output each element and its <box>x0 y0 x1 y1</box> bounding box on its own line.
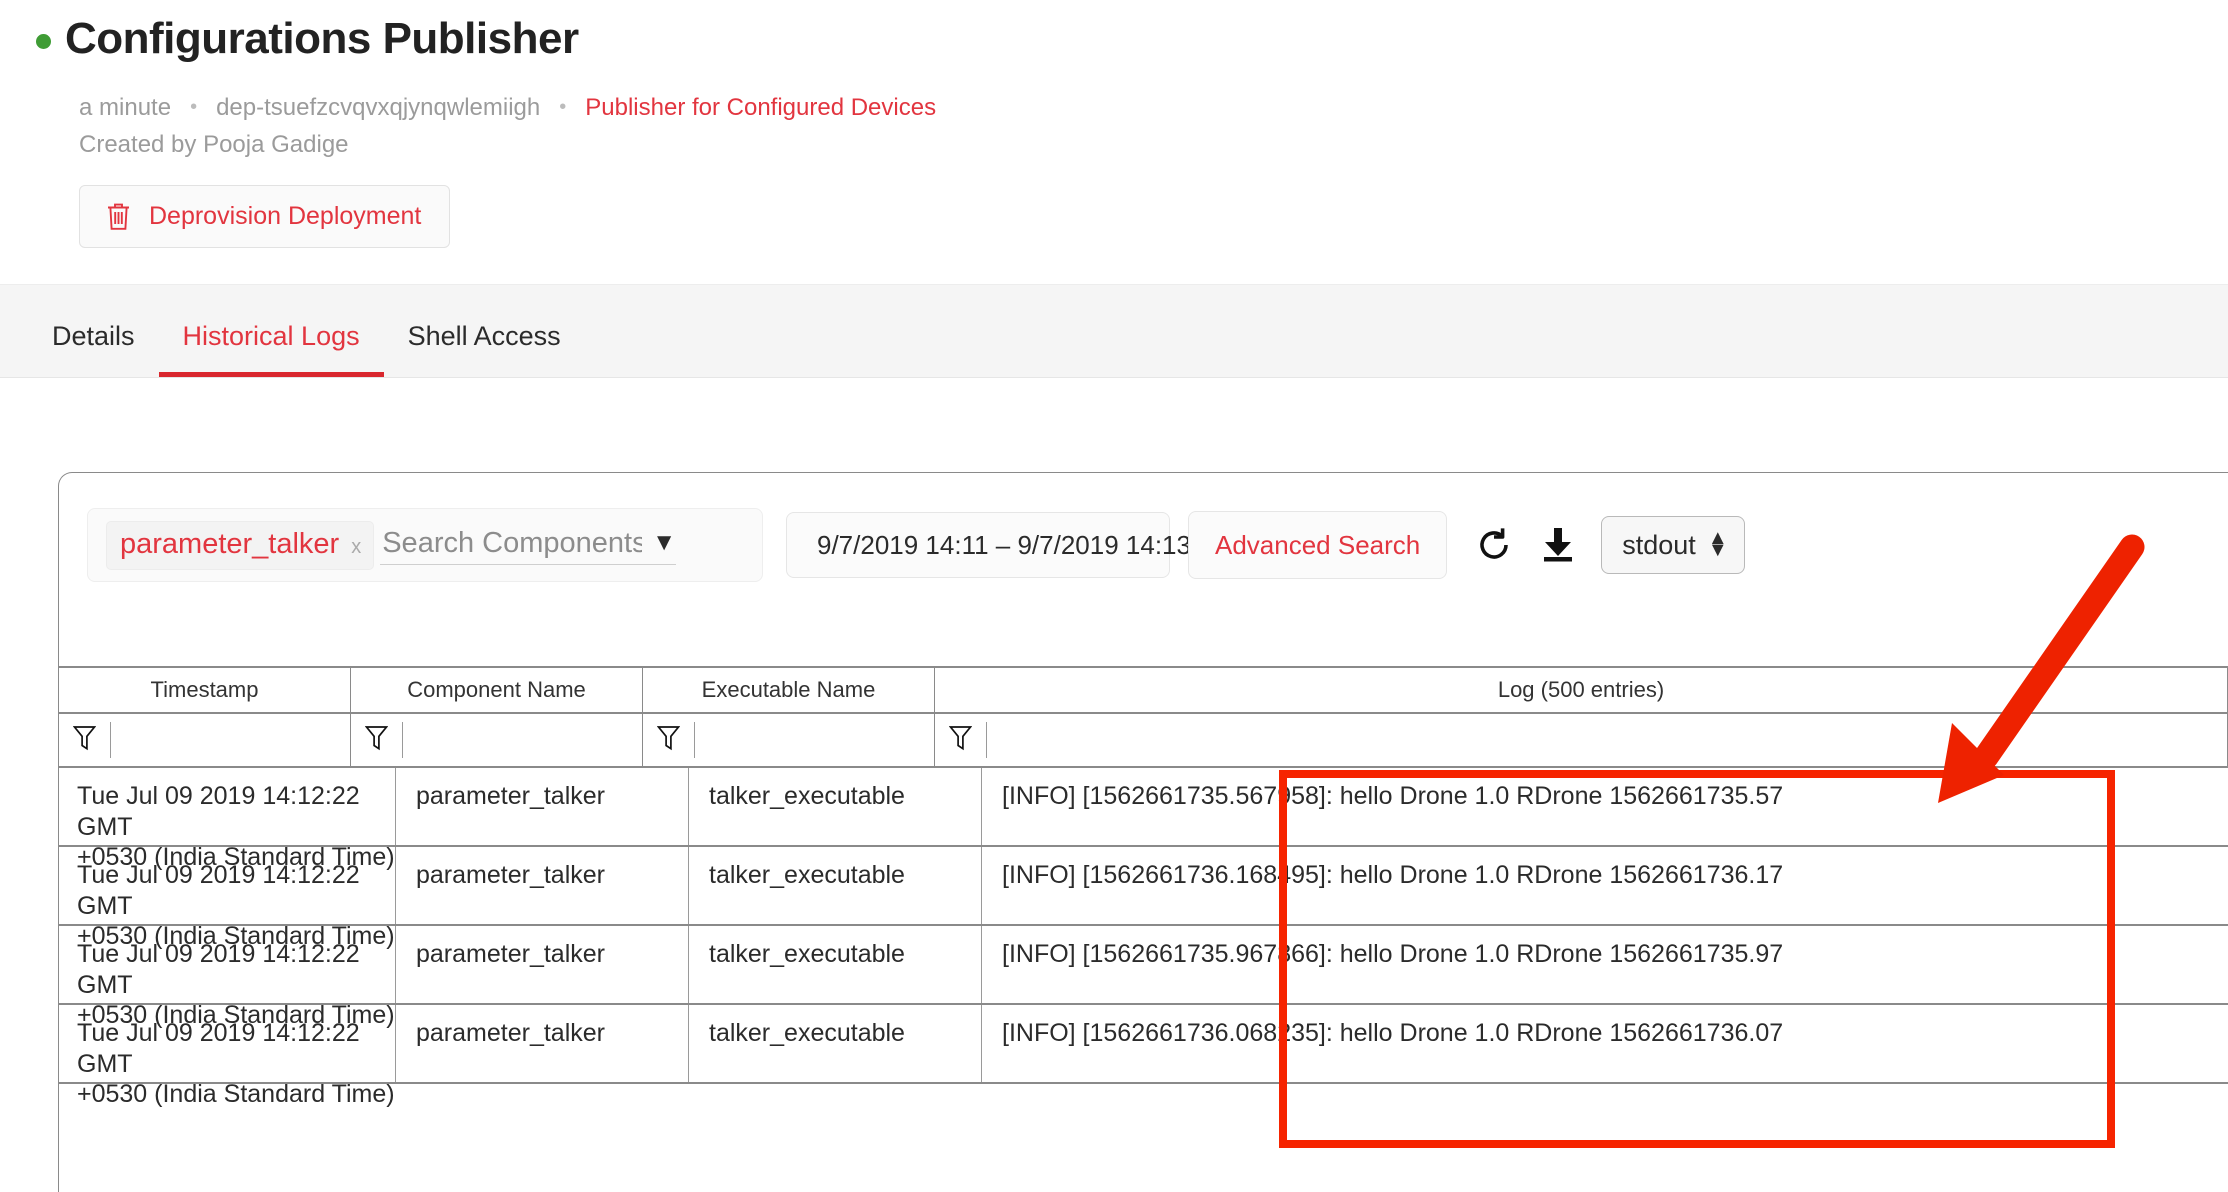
deprovision-deployment-label: Deprovision Deployment <box>149 201 422 230</box>
cell-log: [INFO] [1562661735.967866]: hello Drone … <box>1002 940 1784 968</box>
deployment-age: a minute <box>79 93 172 121</box>
tab-shell-access[interactable]: Shell Access <box>384 322 585 377</box>
timestamp-line-1: Tue Jul 09 2019 14:12:22 GMT <box>77 940 360 999</box>
package-link[interactable]: Publisher for Configured Devices <box>585 94 936 122</box>
tab-historical-logs[interactable]: Historical Logs <box>158 322 384 377</box>
component-multiselect[interactable]: parameter_talker x ▼ <box>87 508 763 582</box>
filter-cell-component-name <box>351 714 643 766</box>
cell-log: [INFO] [1562661736.168495]: hello Drone … <box>1002 861 1784 889</box>
cell-component-name: parameter_talker <box>396 1005 689 1082</box>
timestamp-line-1: Tue Jul 09 2019 14:12:22 GMT <box>77 782 360 841</box>
column-header-timestamp[interactable]: Timestamp <box>59 668 351 712</box>
table-row[interactable]: Tue Jul 09 2019 14:12:22 GMT +0530 (Indi… <box>59 768 2228 871</box>
cell-timestamp: Tue Jul 09 2019 14:12:22 GMT +0530 (Indi… <box>59 847 396 950</box>
title-row: Configurations Publisher <box>0 14 2228 65</box>
filter-cell-timestamp <box>59 714 351 766</box>
cell-timestamp: Tue Jul 09 2019 14:12:22 GMT +0530 (Indi… <box>59 768 396 871</box>
cell-component-name: parameter_talker <box>396 847 689 924</box>
column-header-log[interactable]: Log (500 entries) <box>935 668 2228 712</box>
meta-separator-1: • <box>190 96 198 119</box>
cell-log: [INFO] [1562661735.567958]: hello Drone … <box>1002 782 1784 810</box>
filter-input-component-name[interactable] <box>402 722 642 758</box>
component-search-wrap: ▼ <box>380 525 676 565</box>
logs-panel: parameter_talker x ▼ 9/7/2019 14:11 – 9/… <box>58 472 2228 1192</box>
download-icon[interactable] <box>1541 526 1575 564</box>
timestamp-line-2: +0530 (India Standard Time) <box>77 1080 395 1108</box>
filter-icon[interactable] <box>656 725 681 756</box>
advanced-search-button[interactable]: Advanced Search <box>1188 511 1448 579</box>
table-row[interactable]: Tue Jul 09 2019 14:12:22 GMT +0530 (Indi… <box>59 847 2228 950</box>
stepper-down-icon: ▼ <box>1707 539 1728 561</box>
deployment-id: dep-tsuefzcvqvxqjynqwlemiigh <box>216 93 541 121</box>
cell-executable-name: talker_executable <box>689 847 982 924</box>
table-row[interactable]: Tue Jul 09 2019 14:12:22 GMT +0530 (Indi… <box>59 926 2228 1029</box>
date-range-value: 9/7/2019 14:11 – 9/7/2019 14:13 <box>817 529 1191 560</box>
logs-toolbar: parameter_talker x ▼ 9/7/2019 14:11 – 9/… <box>59 473 2228 582</box>
chip-remove-icon[interactable]: x <box>351 536 361 559</box>
stepper-icon: ▲ ▼ <box>1707 529 1728 561</box>
tab-details[interactable]: Details <box>28 322 159 377</box>
column-header-component-name[interactable]: Component Name <box>351 668 643 712</box>
deployment-meta: a minute • dep-tsuefzcvqvxqjynqwlemiigh … <box>0 94 2228 122</box>
cell-component-name: parameter_talker <box>396 768 689 845</box>
filter-input-timestamp[interactable] <box>110 722 350 758</box>
filter-input-log[interactable] <box>986 722 2227 758</box>
deprovision-deployment-button[interactable]: Deprovision Deployment <box>79 184 451 248</box>
refresh-icon[interactable] <box>1475 526 1513 564</box>
cell-executable-name: talker_executable <box>689 768 982 845</box>
timestamp-line-1: Tue Jul 09 2019 14:12:22 GMT <box>77 861 360 920</box>
page-title: Configurations Publisher <box>65 14 579 63</box>
table-filter-row <box>59 714 2228 768</box>
filter-cell-log <box>935 714 2228 766</box>
table-row[interactable]: Tue Jul 09 2019 14:12:22 GMT +0530 (Indi… <box>59 1005 2228 1108</box>
table-header-row: Timestamp Component Name Executable Name… <box>59 668 2228 714</box>
created-by-label: Created by Pooja Gadige <box>79 130 349 158</box>
cell-timestamp: Tue Jul 09 2019 14:12:22 GMT +0530 (Indi… <box>59 1005 396 1108</box>
log-stream-select[interactable]: stdout ▲ ▼ <box>1601 516 1745 574</box>
page-header: Configurations Publisher a minute • dep-… <box>0 0 2228 248</box>
selected-component-chip: parameter_talker x <box>106 520 375 570</box>
trash-icon <box>106 202 131 231</box>
filter-cell-executable-name <box>643 714 935 766</box>
chip-label: parameter_talker <box>120 527 340 560</box>
cell-executable-name: talker_executable <box>689 1005 982 1082</box>
filter-icon[interactable] <box>948 725 973 756</box>
column-header-executable-name[interactable]: Executable Name <box>643 668 935 712</box>
cell-log: [INFO] [1562661736.068235]: hello Drone … <box>1002 1019 1784 1047</box>
status-dot-icon <box>36 33 51 49</box>
cell-executable-name: talker_executable <box>689 926 982 1003</box>
date-range-picker[interactable]: 9/7/2019 14:11 – 9/7/2019 14:13 <box>786 512 1220 578</box>
filter-icon[interactable] <box>364 725 389 756</box>
chevron-down-icon[interactable]: ▼ <box>652 529 676 557</box>
logs-table: Timestamp Component Name Executable Name… <box>59 666 2228 1108</box>
filter-icon[interactable] <box>72 725 97 756</box>
component-search-input[interactable] <box>380 525 645 561</box>
meta-separator-2: • <box>559 96 567 119</box>
cell-timestamp: Tue Jul 09 2019 14:12:22 GMT +0530 (Indi… <box>59 926 396 1029</box>
log-stream-value: stdout <box>1622 529 1696 560</box>
cell-component-name: parameter_talker <box>396 926 689 1003</box>
filter-input-executable-name[interactable] <box>694 722 934 758</box>
tab-bar: Details Historical Logs Shell Access <box>0 283 2228 378</box>
timestamp-line-1: Tue Jul 09 2019 14:12:22 GMT <box>77 1019 360 1078</box>
